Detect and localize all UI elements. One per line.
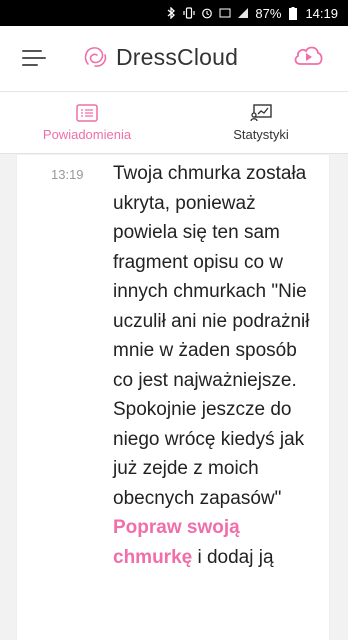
tab-notifications-label: Powiadomienia xyxy=(42,126,132,142)
status-bar: 87% 14:19 xyxy=(0,0,348,26)
tab-bar: Powiadomienia Statystyki xyxy=(0,92,348,154)
app-title: DressCloud xyxy=(116,43,239,70)
vibrate-icon xyxy=(183,7,196,19)
dresscloud-logo-icon xyxy=(84,47,107,67)
app-bar: DressCloud xyxy=(0,26,348,92)
tab-statistics-label: Statystyki xyxy=(233,126,289,142)
bluetooth-icon xyxy=(165,7,177,19)
statistics-board-icon xyxy=(250,103,272,121)
clock: 14:19 xyxy=(305,5,338,21)
volte-icon xyxy=(219,7,231,19)
alarm-icon xyxy=(201,7,213,19)
notification-text-after: i dodaj ją xyxy=(192,546,274,568)
battery-icon xyxy=(287,6,299,20)
signal-icon xyxy=(237,7,249,19)
hamburger-menu-icon[interactable] xyxy=(22,50,46,70)
notification-message: Twoja chmurka została ukryta, ponieważ p… xyxy=(113,163,310,509)
notification-time: 13:19 xyxy=(51,167,84,182)
brand: DressCloud xyxy=(80,42,238,72)
notification-text: Twoja chmurka została ukryta, ponieważ p… xyxy=(113,159,313,572)
notification-item: 13:19 Twoja chmurka została ukryta, poni… xyxy=(16,155,330,640)
notifications-list-icon xyxy=(76,103,98,122)
battery-percent: 87% xyxy=(255,5,282,21)
tab-notifications[interactable]: Powiadomienia xyxy=(0,92,174,153)
cloud-play-icon[interactable] xyxy=(292,42,324,68)
tab-statistics[interactable]: Statystyki xyxy=(174,92,348,153)
